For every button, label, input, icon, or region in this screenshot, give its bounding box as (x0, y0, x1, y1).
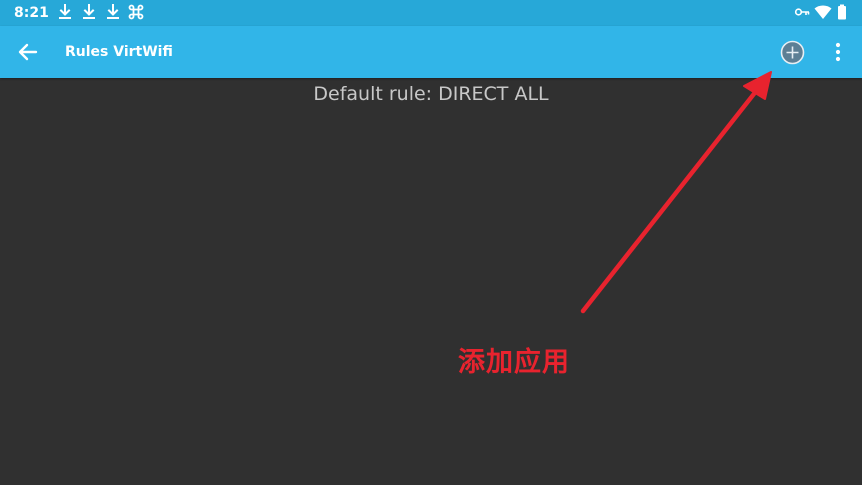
annotation-label: 添加应用 (458, 347, 570, 378)
rules-screen: 8:21 Rules VirtWifi Default rule: DIRECT… (0, 0, 862, 485)
annotation-arrow (580, 71, 772, 314)
